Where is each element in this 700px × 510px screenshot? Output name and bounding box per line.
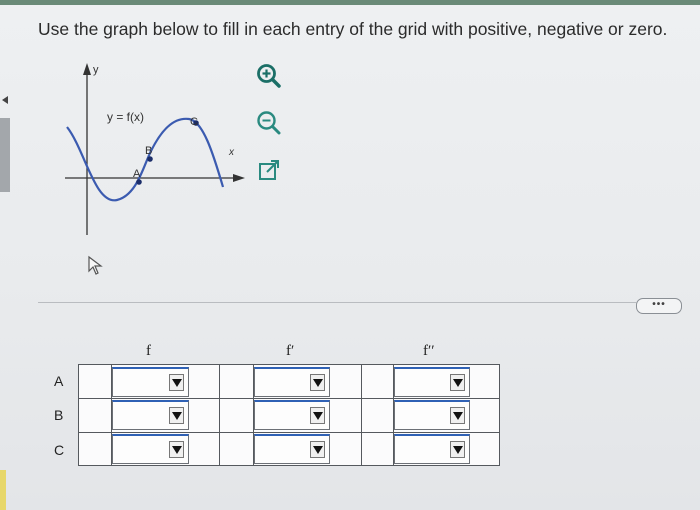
grid-line (79, 432, 499, 433)
function-graph: y x A B C y = f(x) (65, 63, 245, 235)
column-header-f: f (146, 343, 151, 359)
point-a-label: A (133, 168, 141, 180)
dropdown-arrow-icon[interactable] (310, 407, 325, 424)
row-label-c: C (54, 442, 65, 458)
dropdown-arrow-icon[interactable] (450, 374, 465, 391)
dropdown-arrow-icon[interactable] (450, 407, 465, 424)
select-c-f[interactable] (112, 434, 189, 464)
x-axis-label: x (228, 147, 235, 158)
select-b-f[interactable] (112, 400, 189, 430)
grid-line (79, 398, 499, 399)
dropdown-arrow-icon[interactable] (310, 441, 325, 458)
popout-icon[interactable] (254, 155, 284, 185)
dropdown-arrow-icon[interactable] (169, 407, 184, 424)
grid-line (361, 365, 362, 465)
row-label-b: B (54, 407, 64, 423)
row-label-a: A (54, 373, 64, 389)
select-c-f-prime[interactable] (254, 434, 330, 464)
point-b (147, 156, 153, 162)
section-divider (38, 302, 636, 303)
answer-grid (78, 364, 500, 466)
column-header-f-double-prime: f′′ (423, 343, 435, 359)
column-header-f-prime: f′ (286, 343, 295, 359)
select-a-f[interactable] (112, 367, 189, 397)
zoom-out-icon[interactable] (254, 108, 284, 138)
select-a-f-prime[interactable] (254, 367, 330, 397)
collapse-arrow-icon[interactable] (2, 96, 8, 104)
y-axis-arrow-icon (83, 63, 91, 75)
dropdown-arrow-icon[interactable] (169, 441, 184, 458)
select-b-f-double-prime[interactable] (394, 400, 470, 430)
grid-line (219, 365, 220, 465)
dropdown-arrow-icon[interactable] (310, 374, 325, 391)
zoom-in-icon[interactable] (254, 61, 284, 91)
x-axis-arrow-icon (233, 174, 245, 182)
function-label: y = f(x) (107, 110, 144, 124)
dropdown-arrow-icon[interactable] (450, 441, 465, 458)
y-axis-label: y (93, 64, 99, 76)
more-options-button[interactable]: ••• (636, 298, 682, 314)
dropdown-arrow-icon[interactable] (169, 374, 184, 391)
side-highlight-strip (0, 470, 6, 510)
select-c-f-double-prime[interactable] (394, 434, 470, 464)
point-c-label: C (190, 116, 198, 128)
point-a (136, 179, 142, 185)
function-curve (66, 117, 225, 202)
select-a-f-double-prime[interactable] (394, 367, 470, 397)
hand-cursor-icon (88, 255, 103, 275)
point-b-label: B (145, 145, 152, 157)
question-instruction: Use the graph below to fill in each entr… (38, 19, 668, 39)
select-b-f-prime[interactable] (254, 400, 330, 430)
top-accent-bar (0, 0, 700, 5)
side-scroll-handle[interactable] (0, 118, 10, 192)
